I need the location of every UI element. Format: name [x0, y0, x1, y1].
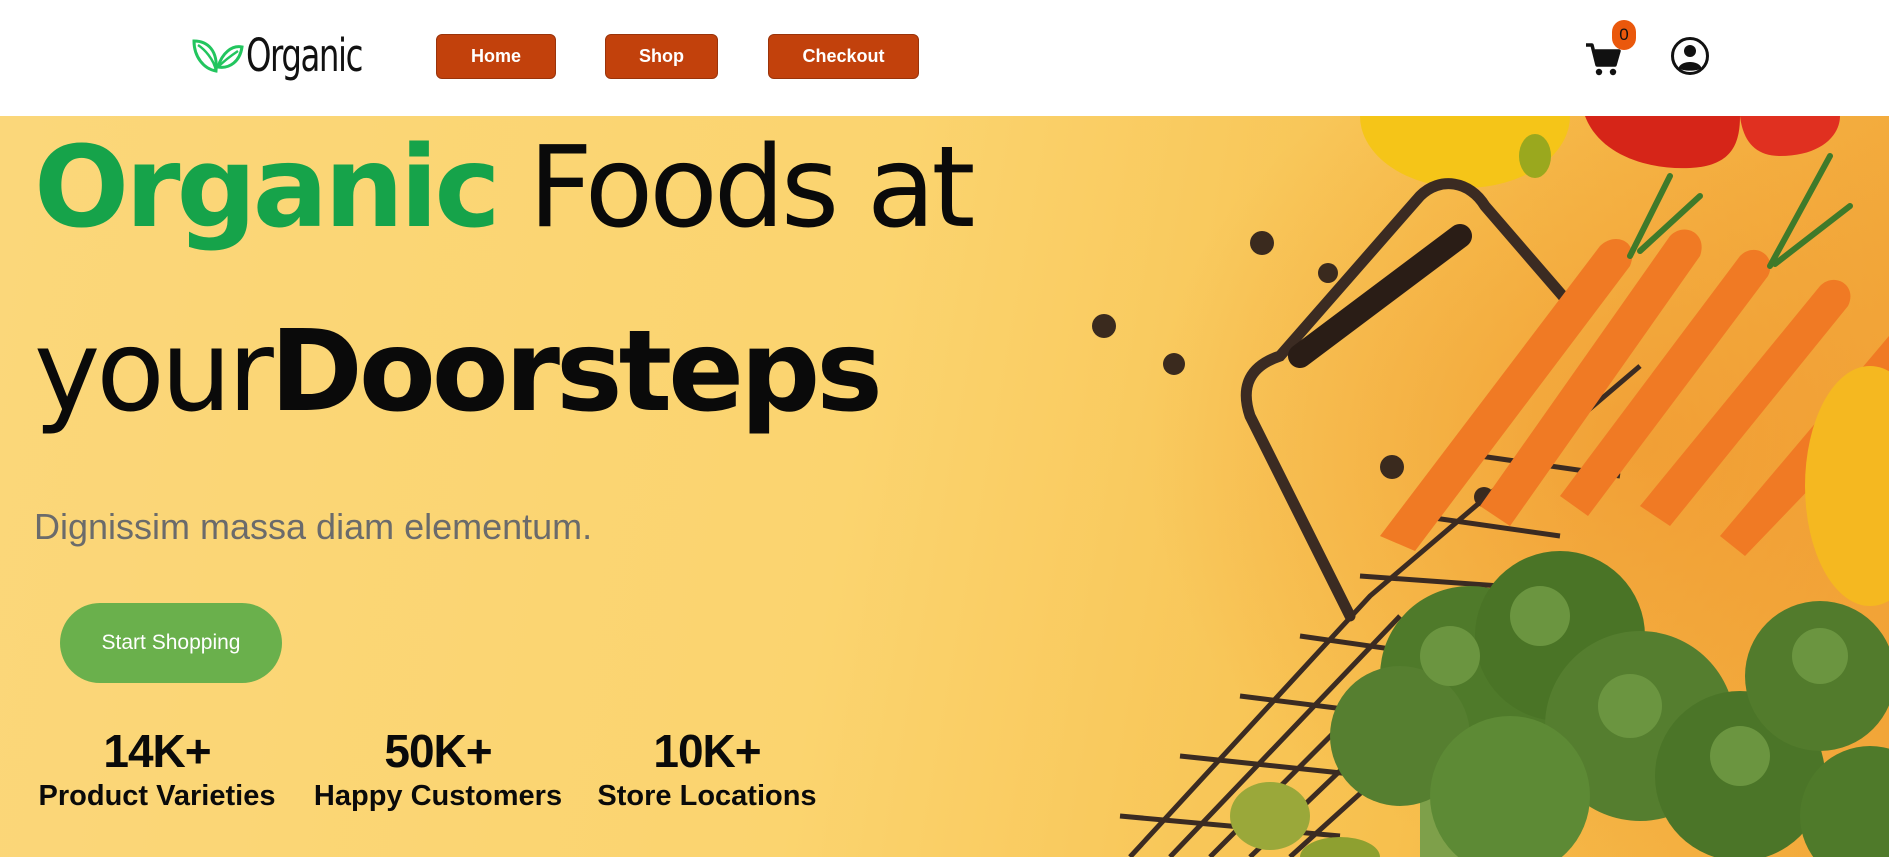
leaf-icon [192, 39, 244, 73]
hero-section: Organic Foods at yourDoorsteps Dignissim… [0, 116, 1889, 857]
logo[interactable]: Organic [190, 28, 407, 82]
start-shopping-button[interactable]: Start Shopping [60, 603, 282, 683]
headline-bold: Doorsteps [269, 307, 883, 437]
stat-label: Product Varieties [38, 780, 276, 812]
stat-label: Happy Customers [313, 780, 563, 812]
stat-value: 10K+ [653, 725, 761, 777]
nav-home-button[interactable]: Home [436, 34, 556, 79]
stat-label: Store Locations [597, 780, 817, 812]
hero-headline-line-2: yourDoorsteps [34, 316, 883, 428]
headline-rest: Foods at [496, 123, 975, 253]
cart-count-badge: 0 [1612, 20, 1636, 50]
hero-subtitle: Dignissim massa diam elementum. [34, 506, 593, 547]
logo-text: Organic [246, 28, 363, 82]
user-circle-icon[interactable] [1670, 36, 1710, 76]
headline-normal: your [34, 307, 274, 437]
site-header: Organic Home Shop Checkout 0 [0, 0, 1889, 116]
stat-product-varieties: 14K+ Product Varieties [34, 728, 280, 813]
stat-happy-customers: 50K+ Happy Customers [309, 728, 567, 813]
hero-headline-line-1: Organic Foods at [34, 132, 975, 244]
nav-checkout-button[interactable]: Checkout [768, 34, 919, 79]
produce-basket-image [1092, 116, 1889, 857]
headline-accent: Organic [34, 123, 501, 253]
stat-store-locations: 10K+ Store Locations [596, 728, 818, 813]
stat-value: 50K+ [384, 725, 492, 777]
nav-shop-button[interactable]: Shop [605, 34, 718, 79]
stat-value: 14K+ [103, 725, 211, 777]
